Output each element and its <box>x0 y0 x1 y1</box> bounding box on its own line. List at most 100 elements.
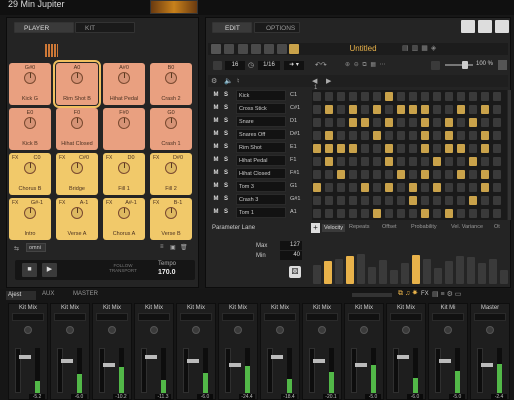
velocity-bar[interactable] <box>478 263 486 284</box>
step-off[interactable] <box>481 118 489 127</box>
fader-cap[interactable] <box>61 359 73 363</box>
step-off[interactable] <box>493 183 501 192</box>
speaker-icon[interactable]: 🔈 <box>224 77 233 85</box>
step-off[interactable] <box>349 131 357 140</box>
mixer-tab-master[interactable]: MASTER <box>73 291 98 297</box>
lane-tab[interactable]: Offset <box>382 224 397 230</box>
step-off[interactable] <box>409 92 417 101</box>
instrument-name[interactable]: Snare <box>236 116 286 127</box>
mixer-view-icons[interactable]: ▤ ≡ ⚙ ▭ <box>432 290 461 298</box>
fader-cap[interactable] <box>103 363 115 367</box>
volume-fader[interactable] <box>267 348 283 393</box>
step-off[interactable] <box>361 144 369 153</box>
loop-icon[interactable] <box>431 61 440 70</box>
list-view-icon[interactable] <box>264 44 274 54</box>
output-icon[interactable]: ⇆ <box>14 245 19 252</box>
step-off[interactable] <box>373 144 381 153</box>
step-on[interactable] <box>349 144 357 153</box>
step-off[interactable] <box>457 92 465 101</box>
pan-knob[interactable] <box>234 326 242 334</box>
pad-volume-knob[interactable] <box>165 162 177 174</box>
velocity-bar[interactable] <box>412 255 420 284</box>
step-on[interactable] <box>421 131 429 140</box>
step-off[interactable] <box>373 196 381 205</box>
step-off[interactable] <box>469 170 477 179</box>
pad-volume-knob[interactable] <box>71 72 83 84</box>
solo-button[interactable]: S <box>222 142 230 153</box>
add-lane-button[interactable]: + <box>311 223 320 233</box>
solo-button[interactable]: S <box>222 181 230 192</box>
step-off[interactable] <box>373 183 381 192</box>
drum-pad[interactable]: G#0 Kick G <box>9 63 51 105</box>
pad-volume-knob[interactable] <box>24 117 36 129</box>
step-on[interactable] <box>385 118 393 127</box>
fader-cap[interactable] <box>19 355 31 359</box>
velocity-bar[interactable] <box>434 267 442 284</box>
pan-knob[interactable] <box>360 326 368 334</box>
step-off[interactable] <box>349 209 357 218</box>
step-off[interactable] <box>325 170 333 179</box>
step-off[interactable] <box>481 196 489 205</box>
instrument-name[interactable]: Hihat Pedal <box>236 155 286 166</box>
step-on[interactable] <box>313 144 321 153</box>
step-on[interactable] <box>445 131 453 140</box>
step-off[interactable] <box>313 209 321 218</box>
step-on[interactable] <box>313 183 321 192</box>
step-on[interactable] <box>325 157 333 166</box>
piano-view-icon[interactable] <box>478 20 492 33</box>
step-off[interactable] <box>433 105 441 114</box>
volume-fader[interactable] <box>393 348 409 393</box>
strip-insert-slot[interactable] <box>306 313 338 321</box>
step-off[interactable] <box>349 170 357 179</box>
step-off[interactable] <box>433 196 441 205</box>
pad-volume-knob[interactable] <box>71 162 83 174</box>
step-on[interactable] <box>337 170 345 179</box>
pencil-icon[interactable] <box>213 61 222 70</box>
step-off[interactable] <box>409 209 417 218</box>
step-off[interactable] <box>385 170 393 179</box>
step-off[interactable] <box>481 157 489 166</box>
step-on[interactable] <box>481 131 489 140</box>
drum-pad[interactable]: B0 Crash 2 <box>150 63 192 105</box>
steps-icon[interactable] <box>251 44 261 54</box>
pad-volume-knob[interactable] <box>118 162 130 174</box>
step-off[interactable] <box>493 196 501 205</box>
velocity-bar[interactable] <box>379 260 387 284</box>
solo-button[interactable]: S <box>222 155 230 166</box>
mute-button[interactable]: M <box>212 168 220 179</box>
pan-knob[interactable] <box>444 326 452 334</box>
step-off[interactable] <box>445 170 453 179</box>
step-off[interactable] <box>445 157 453 166</box>
step-off[interactable] <box>337 131 345 140</box>
step-off[interactable] <box>397 144 405 153</box>
settings-gear-icon[interactable]: ⚙ <box>211 77 217 85</box>
pad-volume-knob[interactable] <box>118 117 130 129</box>
step-off[interactable] <box>421 92 429 101</box>
mute-button[interactable]: M <box>212 181 220 192</box>
solo-button[interactable]: S <box>222 129 230 140</box>
step-off[interactable] <box>313 170 321 179</box>
step-off[interactable] <box>493 144 501 153</box>
mute-button[interactable]: M <box>212 90 220 101</box>
step-on[interactable] <box>409 183 417 192</box>
solo-button[interactable]: S <box>222 194 230 205</box>
step-on[interactable] <box>433 157 441 166</box>
min-field[interactable]: 40 <box>280 251 302 260</box>
step-on[interactable] <box>409 196 417 205</box>
nudge-arrows[interactable]: ➜ ▾ <box>284 61 304 70</box>
step-off[interactable] <box>337 118 345 127</box>
volume-fader[interactable] <box>99 348 115 393</box>
instrument-name[interactable]: Rim Shot <box>236 142 286 153</box>
step-off[interactable] <box>445 196 453 205</box>
step-off[interactable] <box>397 157 405 166</box>
step-off[interactable] <box>409 144 417 153</box>
step-off[interactable] <box>397 118 405 127</box>
solo-button[interactable]: S <box>222 90 230 101</box>
mute-button[interactable]: M <box>212 116 220 127</box>
step-on[interactable] <box>373 131 381 140</box>
velocity-bar[interactable] <box>346 256 354 284</box>
pattern-actions[interactable]: ▤▥▦◈ <box>402 44 452 52</box>
step-off[interactable] <box>361 209 369 218</box>
step-on[interactable] <box>385 183 393 192</box>
step-off[interactable] <box>409 118 417 127</box>
